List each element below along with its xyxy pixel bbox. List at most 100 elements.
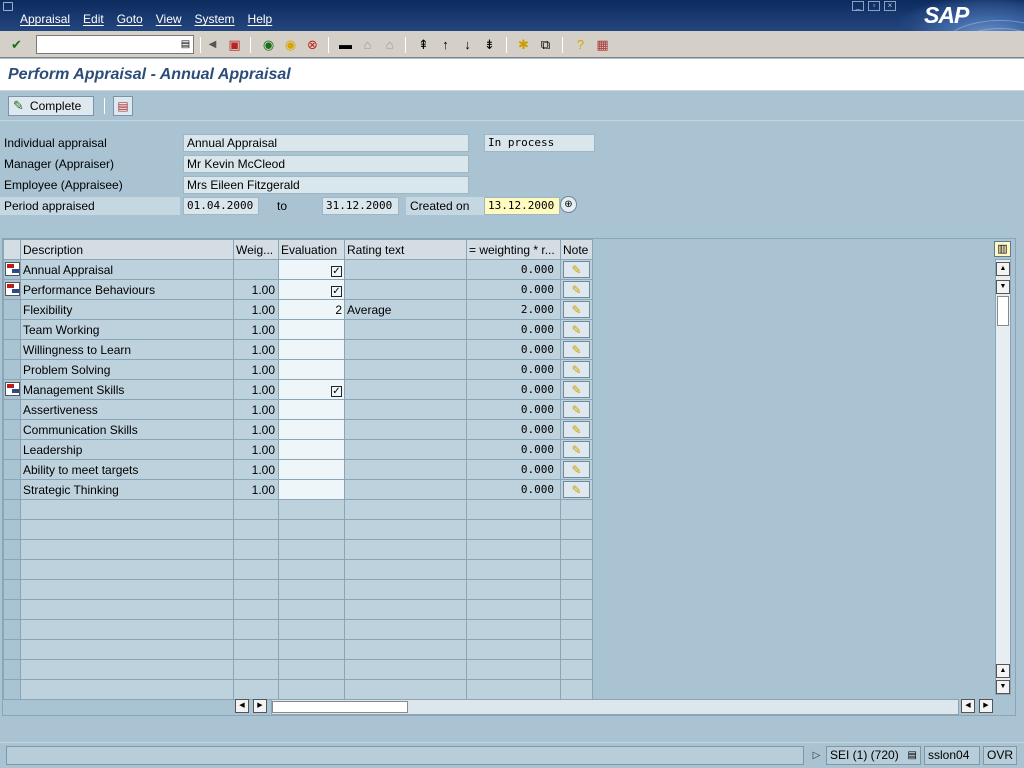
evaluation-cell[interactable] — [278, 319, 345, 340]
table-row[interactable]: Assertiveness 1.00 0.000 ✎ — [3, 399, 593, 420]
create-session-icon[interactable]: ✱ — [515, 36, 532, 53]
scroll-down-icon[interactable]: ▼ — [996, 680, 1010, 694]
horizontal-scroll-thumb[interactable] — [272, 701, 408, 713]
note-pencil-icon[interactable]: ✎ — [563, 321, 590, 338]
checkbox-icon[interactable]: ✓ — [331, 285, 342, 297]
back-icon[interactable]: ◉ — [260, 36, 277, 53]
evaluation-cell[interactable] — [278, 479, 345, 500]
evaluation-cell[interactable]: 2 — [278, 299, 345, 320]
individual-appraisal-field[interactable]: Annual Appraisal — [183, 134, 469, 152]
evaluation-cell[interactable] — [278, 359, 345, 380]
session-list-icon[interactable]: ▤ — [908, 747, 917, 764]
note-pencil-icon[interactable]: ✎ — [563, 261, 590, 278]
manager-field[interactable]: Mr Kevin McCleod — [183, 155, 469, 173]
note-pencil-icon[interactable]: ✎ — [563, 281, 590, 298]
note-pencil-icon[interactable]: ✎ — [563, 461, 590, 478]
menu-goto[interactable]: Goto — [117, 12, 143, 26]
row-selector[interactable] — [3, 359, 21, 380]
menu-appraisal[interactable]: Appraisal — [20, 12, 70, 26]
evaluation-cell[interactable] — [278, 459, 345, 480]
column-header-weighting[interactable]: Weig... — [233, 239, 279, 260]
criteria-group-icon[interactable] — [5, 382, 20, 396]
help-icon[interactable]: ? — [572, 36, 589, 53]
created-on-field[interactable]: 13.12.2000 — [484, 197, 560, 215]
note-pencil-icon[interactable]: ✎ — [563, 301, 590, 318]
note-pencil-icon[interactable]: ✎ — [563, 421, 590, 438]
horizontal-scrollbar[interactable]: ◀ ▶ ◀ ▶ — [235, 699, 995, 715]
row-selector[interactable] — [3, 339, 21, 360]
complete-button[interactable]: ✎ Complete — [8, 96, 94, 116]
command-field[interactable] — [36, 35, 194, 54]
evaluation-cell[interactable] — [278, 419, 345, 440]
column-configuration-icon[interactable]: ▥ — [994, 241, 1011, 257]
row-selector[interactable] — [3, 259, 21, 280]
column-header-note[interactable]: Note — [560, 239, 593, 260]
save-icon[interactable]: ▣ — [226, 36, 243, 53]
evaluation-cell[interactable] — [278, 339, 345, 360]
system-menu-icon[interactable] — [3, 2, 13, 11]
horizontal-scroll-track[interactable] — [271, 699, 959, 715]
table-row[interactable]: Ability to meet targets 1.00 0.000 ✎ — [3, 459, 593, 480]
first-page-icon[interactable]: ⇞ — [415, 36, 432, 53]
scroll-right-small-icon[interactable]: ▶ — [253, 699, 267, 713]
restore-icon[interactable]: ▫ — [868, 1, 880, 11]
vertical-scrollbar[interactable]: ▲ ▼ ▲ ▼ — [995, 259, 1011, 695]
status-expand-icon[interactable]: ▷ — [808, 747, 825, 764]
column-header-result[interactable]: = weighting * r... — [466, 239, 561, 260]
vertical-scroll-thumb[interactable] — [997, 296, 1009, 326]
exit-icon[interactable]: ◉ — [282, 36, 299, 53]
previous-page-icon[interactable]: ↑ — [437, 36, 454, 53]
back-arrow-icon[interactable]: ◀ — [204, 36, 221, 53]
table-row[interactable]: Annual Appraisal ✓ 0.000 ✎ — [3, 259, 593, 280]
find-next-icon[interactable]: ⌂ — [381, 36, 398, 53]
cancel-icon[interactable]: ⊗ — [304, 36, 321, 53]
table-row[interactable]: Strategic Thinking 1.00 0.000 ✎ — [3, 479, 593, 500]
status-field[interactable]: In process — [484, 134, 595, 152]
enter-icon[interactable]: ✔ — [8, 36, 25, 53]
note-pencil-icon[interactable]: ✎ — [563, 481, 590, 498]
evaluation-cell[interactable]: ✓ — [278, 259, 345, 280]
row-selector[interactable] — [3, 459, 21, 480]
page-left-icon[interactable]: ◀ — [961, 699, 975, 713]
column-header-description[interactable]: Description — [20, 239, 234, 260]
evaluation-cell[interactable] — [278, 399, 345, 420]
row-selector[interactable] — [3, 299, 21, 320]
minimize-icon[interactable]: _ — [852, 1, 864, 11]
last-page-icon[interactable]: ⇟ — [481, 36, 498, 53]
period-to-field[interactable]: 31.12.2000 — [322, 197, 399, 215]
table-row[interactable]: Communication Skills 1.00 0.000 ✎ — [3, 419, 593, 440]
scroll-up-icon[interactable]: ▲ — [996, 262, 1010, 276]
table-row[interactable]: Team Working 1.00 0.000 ✎ — [3, 319, 593, 340]
note-pencil-icon[interactable]: ✎ — [563, 341, 590, 358]
criteria-group-icon[interactable] — [5, 282, 20, 296]
employee-field[interactable]: Mrs Eileen Fitzgerald — [183, 176, 469, 194]
row-selector[interactable] — [3, 319, 21, 340]
table-row[interactable]: Performance Behaviours 1.00 ✓ 0.000 ✎ — [3, 279, 593, 300]
row-selector[interactable] — [3, 439, 21, 460]
print-icon[interactable]: ▬ — [337, 36, 354, 53]
table-row[interactable]: Management Skills 1.00 ✓ 0.000 ✎ — [3, 379, 593, 400]
column-header-rating-text[interactable]: Rating text — [344, 239, 467, 260]
page-down-icon[interactable]: ▲ — [996, 664, 1010, 678]
scroll-right-icon[interactable]: ▶ — [979, 699, 993, 713]
criteria-group-icon[interactable] — [5, 262, 20, 276]
row-selector[interactable] — [3, 479, 21, 500]
table-row[interactable]: Flexibility 1.00 2 Average 2.000 ✎ — [3, 299, 593, 320]
row-selector[interactable] — [3, 419, 21, 440]
menu-view[interactable]: View — [156, 12, 182, 26]
column-header-evaluation[interactable]: Evaluation — [278, 239, 345, 260]
checkbox-icon[interactable]: ✓ — [331, 385, 342, 397]
menu-system[interactable]: System — [195, 12, 235, 26]
layout-menu-icon[interactable]: ▦ — [594, 36, 611, 53]
period-from-field[interactable]: 01.04.2000 — [183, 197, 259, 215]
menu-help[interactable]: Help — [248, 12, 273, 26]
table-row[interactable]: Willingness to Learn 1.00 0.000 ✎ — [3, 339, 593, 360]
note-pencil-icon[interactable]: ✎ — [563, 441, 590, 458]
checkbox-icon[interactable]: ✓ — [331, 265, 342, 277]
evaluation-cell[interactable]: ✓ — [278, 379, 345, 400]
page-up-icon[interactable]: ▼ — [996, 280, 1010, 294]
table-row[interactable]: Problem Solving 1.00 0.000 ✎ — [3, 359, 593, 380]
find-icon[interactable]: ⌂ — [359, 36, 376, 53]
shortcut-icon[interactable]: ⧉ — [537, 36, 554, 53]
note-pencil-icon[interactable]: ✎ — [563, 361, 590, 378]
